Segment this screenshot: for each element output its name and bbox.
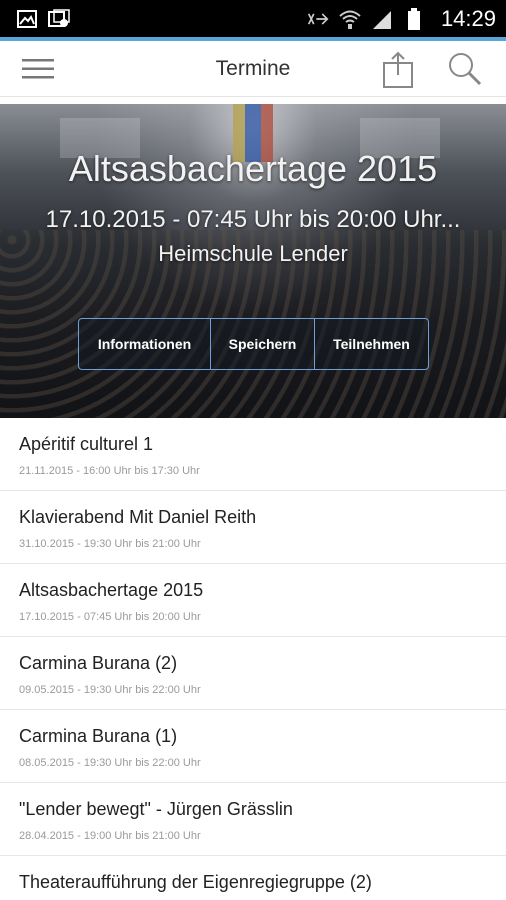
list-item[interactable]: Carmina Burana (2) 09.05.2015 - 19:30 Uh… xyxy=(0,637,506,710)
event-title: Klavierabend Mit Daniel Reith xyxy=(19,507,257,527)
app-bar: Termine xyxy=(0,41,506,97)
status-left-icons xyxy=(16,8,70,30)
event-title: Theateraufführung der Eigenregiegruppe (… xyxy=(19,872,372,892)
event-title: Carmina Burana (2) xyxy=(19,653,178,673)
hero-title: Altsasbachertage 2015 xyxy=(68,148,438,189)
signal-icon xyxy=(371,8,393,30)
menu-button[interactable] xyxy=(22,55,56,83)
event-title: Carmina Burana (1) xyxy=(19,726,178,746)
event-time: 08.05.2015 - 19:30 Uhr bis 22:00 Uhr xyxy=(19,757,201,769)
list-item[interactable]: Carmina Burana (1) 08.05.2015 - 19:30 Uh… xyxy=(0,710,506,783)
image-icon xyxy=(16,8,38,30)
search-button[interactable] xyxy=(446,51,484,87)
list-item[interactable]: Apéritif culturel 1 21.11.2015 - 16:00 U… xyxy=(0,418,506,491)
event-title: Apéritif culturel 1 xyxy=(19,434,154,454)
event-time: 09.05.2015 - 19:30 Uhr bis 22:00 Uhr xyxy=(19,684,201,696)
event-hero: Altsasbachertage 2015 17.10.2015 - 07:45… xyxy=(0,104,506,418)
hero-action-group: Informationen Speichern Teilnehmen xyxy=(78,318,429,370)
list-item[interactable]: Theateraufführung der Eigenregiegruppe (… xyxy=(0,856,506,900)
status-time: 14:29 xyxy=(440,5,496,31)
hero-location: Heimschule Lender xyxy=(158,241,348,266)
hero-datetime: 17.10.2015 - 07:45 Uhr bis 20:00 Uhr... xyxy=(45,206,461,233)
status-right-icons: 14:29 xyxy=(307,6,496,32)
battery-icon xyxy=(403,7,425,30)
menu-icon xyxy=(22,59,54,79)
photo-gallery-icon xyxy=(48,8,70,30)
list-item[interactable]: Altsasbachertage 2015 17.10.2015 - 07:45… xyxy=(0,564,506,637)
speichern-button[interactable]: Speichern xyxy=(211,319,315,369)
informationen-button[interactable]: Informationen xyxy=(79,319,211,369)
share-button[interactable] xyxy=(381,49,415,89)
event-time: 21.11.2015 - 16:00 Uhr bis 17:30 Uhr xyxy=(19,465,200,477)
page-title: Termine xyxy=(215,57,291,80)
event-time: 31.10.2015 - 19:30 Uhr bis 21:00 Uhr xyxy=(19,538,201,550)
search-icon xyxy=(449,53,482,86)
event-title: "Lender bewegt" - Jürgen Grässlin xyxy=(19,799,293,819)
share-icon xyxy=(383,51,413,88)
list-item[interactable]: Klavierabend Mit Daniel Reith 31.10.2015… xyxy=(0,491,506,564)
status-bar: 14:29 xyxy=(0,0,506,37)
event-time: 28.04.2015 - 19:00 Uhr bis 21:00 Uhr xyxy=(19,830,201,842)
nfc-icon xyxy=(307,8,329,30)
event-time: 17.10.2015 - 07:45 Uhr bis 20:00 Uhr xyxy=(19,611,201,623)
event-title: Altsasbachertage 2015 xyxy=(19,580,204,600)
teilnehmen-button[interactable]: Teilnehmen xyxy=(315,319,428,369)
list-item[interactable]: "Lender bewegt" - Jürgen Grässlin 28.04.… xyxy=(0,783,506,856)
event-list: Apéritif culturel 1 21.11.2015 - 16:00 U… xyxy=(0,418,506,900)
wifi-icon xyxy=(339,8,361,30)
